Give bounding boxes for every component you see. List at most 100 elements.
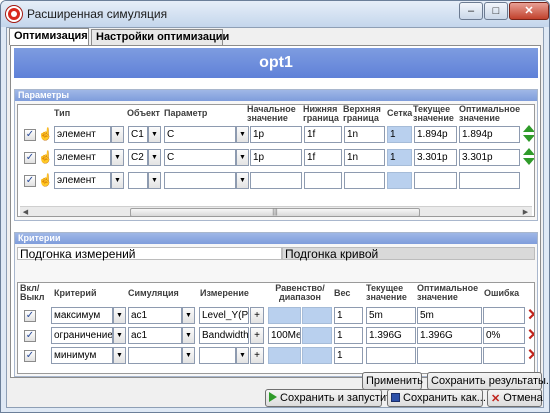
param-row1-type[interactable]: элемент	[54, 126, 111, 143]
crit-row3-optimal	[417, 347, 482, 364]
param-row3-type[interactable]: элемент	[54, 172, 111, 189]
crit-row1-weight[interactable]: 1	[334, 307, 363, 324]
crit-row2-measure[interactable]: Bandwidth(	[199, 327, 249, 344]
param-row1-upper[interactable]: 1n	[344, 126, 385, 143]
param-row3-type-dropdown-icon[interactable]: ▼	[111, 172, 124, 189]
crit-row3-measure[interactable]	[199, 347, 236, 364]
crit-row3-weight[interactable]: 1	[334, 347, 363, 364]
crit-row3-eq-a[interactable]	[268, 347, 301, 364]
delete-row-icon[interactable]: ✕	[527, 308, 534, 324]
crit-row3-measure-add-button[interactable]: +	[250, 347, 264, 364]
crit-row1-eq-a[interactable]	[268, 307, 301, 324]
crit-row2-sim[interactable]: ac1	[128, 327, 182, 344]
param-row3-lower[interactable]	[304, 172, 342, 189]
crit-row3-sim[interactable]	[128, 347, 182, 364]
crit-row2-enable-checkbox[interactable]: ✓	[24, 330, 36, 342]
criteria-group-title: Критерии	[15, 233, 537, 244]
parameters-group-title: Параметры	[15, 90, 537, 101]
param-row3-object-dropdown-icon[interactable]: ▼	[148, 172, 161, 189]
param-row1-drag-hand-icon[interactable]: ☝	[38, 127, 53, 141]
crit-row3-enable-checkbox[interactable]: ✓	[24, 350, 36, 362]
param-row1-object-dropdown-icon[interactable]: ▼	[148, 126, 161, 143]
param-row3-start[interactable]	[250, 172, 302, 189]
param-row3-upper[interactable]	[344, 172, 385, 189]
parameters-group: Параметры Тип Объект Параметр Начальное …	[14, 89, 538, 221]
move-down-arrow-icon[interactable]	[523, 135, 534, 142]
crit-row1-sim[interactable]: ac1	[128, 307, 182, 324]
crit-row3-eq-b[interactable]	[302, 347, 332, 364]
crit-row3-criterion-dropdown-icon[interactable]: ▼	[113, 347, 126, 364]
param-row3-object[interactable]	[128, 172, 148, 189]
crit-row2-criterion[interactable]: ограничение	[51, 327, 113, 344]
param-row2-start[interactable]: 1p	[250, 149, 302, 166]
param-row3-grid[interactable]	[387, 172, 412, 189]
param-row3-drag-hand-icon[interactable]: ☝	[38, 173, 53, 187]
param-row2-type-dropdown-icon[interactable]: ▼	[111, 149, 124, 166]
play-icon	[269, 392, 277, 402]
minimize-button[interactable]: –	[459, 2, 483, 20]
scrollbar-thumb[interactable]: |||	[130, 208, 420, 216]
param-row2-drag-hand-icon[interactable]: ☝	[38, 150, 53, 164]
param-row2-type[interactable]: элемент	[54, 149, 111, 166]
move-down-arrow-icon[interactable]	[523, 158, 534, 165]
param-row1-lower[interactable]: 1f	[304, 126, 342, 143]
param-row3-enable-checkbox[interactable]: ✓	[24, 175, 36, 187]
crit-row3-measure-dropdown-icon[interactable]: ▼	[236, 347, 249, 364]
crit-row2-eq-b[interactable]	[302, 327, 332, 344]
delete-row-icon[interactable]: ✕	[527, 348, 534, 364]
param-row2-param-dropdown-icon[interactable]: ▼	[236, 149, 249, 166]
crit-row3-criterion[interactable]: минимум	[51, 347, 113, 364]
param-row2-object[interactable]: C2	[128, 149, 148, 166]
param-row2-upper[interactable]: 1n	[344, 149, 385, 166]
crit-row1-measure[interactable]: Level_Y(PD	[199, 307, 249, 324]
scroll-left-icon[interactable]: ◀	[20, 208, 31, 216]
param-row1-param[interactable]: C	[164, 126, 236, 143]
horizontal-scrollbar[interactable]: ◀ ||| ▶	[20, 206, 532, 216]
param-row3-optimal	[459, 172, 520, 189]
delete-row-icon[interactable]: ✕	[527, 328, 534, 344]
param-row2-enable-checkbox[interactable]: ✓	[24, 152, 36, 164]
param-row3-param-dropdown-icon[interactable]: ▼	[236, 172, 249, 189]
crit-row3-sim-dropdown-icon[interactable]: ▼	[182, 347, 195, 364]
scroll-right-icon[interactable]: ▶	[520, 208, 531, 216]
crit-row2-criterion-dropdown-icon[interactable]: ▼	[113, 327, 126, 344]
move-up-arrow-icon[interactable]	[523, 148, 534, 155]
crit-row1-enable-checkbox[interactable]: ✓	[24, 310, 36, 322]
param-row1-object[interactable]: C1	[128, 126, 148, 143]
crit-row1-sim-dropdown-icon[interactable]: ▼	[182, 307, 195, 324]
save-and-run-button[interactable]: Сохранить и запустить	[265, 389, 397, 407]
crit-row2-weight[interactable]: 1	[334, 327, 363, 344]
apply-button[interactable]: Применить	[362, 372, 423, 390]
crit-row2-sim-dropdown-icon[interactable]: ▼	[182, 327, 195, 344]
tab-optimization-settings[interactable]: Настройки оптимизации	[91, 29, 229, 45]
close-button[interactable]: ✕	[509, 2, 549, 20]
crit-row1-criterion[interactable]: максимум	[51, 307, 113, 324]
crit-row2-eq-a[interactable]: 100Me	[268, 327, 301, 344]
tab-fit-measurements[interactable]: Подгонка измерений	[17, 247, 282, 261]
move-up-arrow-icon[interactable]	[523, 125, 534, 132]
tab-fit-curve[interactable]: Подгонка кривой	[282, 247, 535, 261]
save-as-button[interactable]: Сохранить как...	[387, 389, 486, 407]
app-logo-icon	[6, 6, 22, 22]
param-row3-param[interactable]	[164, 172, 236, 189]
crit-row1-criterion-dropdown-icon[interactable]: ▼	[113, 307, 126, 324]
crit-row1-eq-b[interactable]	[302, 307, 332, 324]
title-bar[interactable]: Расширенная симуляция – □ ✕	[1, 1, 549, 27]
param-row1-grid[interactable]: 1	[387, 126, 412, 143]
dialog-window: Расширенная симуляция – □ ✕ Оптимизация …	[0, 0, 550, 413]
tab-optimization[interactable]: Оптимизация	[9, 28, 89, 45]
param-row2-grid[interactable]: 1	[387, 149, 412, 166]
param-row2-param[interactable]: C	[164, 149, 236, 166]
maximize-button[interactable]: □	[484, 2, 508, 20]
cancel-button[interactable]: ✕ Отмена	[487, 389, 543, 407]
crit-row1-measure-add-button[interactable]: +	[250, 307, 264, 324]
param-row2-lower[interactable]: 1f	[304, 149, 342, 166]
param-row1-start[interactable]: 1p	[250, 126, 302, 143]
param-row1-param-dropdown-icon[interactable]: ▼	[236, 126, 249, 143]
param-row1-type-dropdown-icon[interactable]: ▼	[111, 126, 124, 143]
crit-row2-measure-add-button[interactable]: +	[250, 327, 264, 344]
param-row2-object-dropdown-icon[interactable]: ▼	[148, 149, 161, 166]
param-row1-enable-checkbox[interactable]: ✓	[24, 129, 36, 141]
col-current: Текущее значение	[413, 104, 454, 123]
save-results-button[interactable]: Сохранить результаты...	[427, 372, 549, 390]
